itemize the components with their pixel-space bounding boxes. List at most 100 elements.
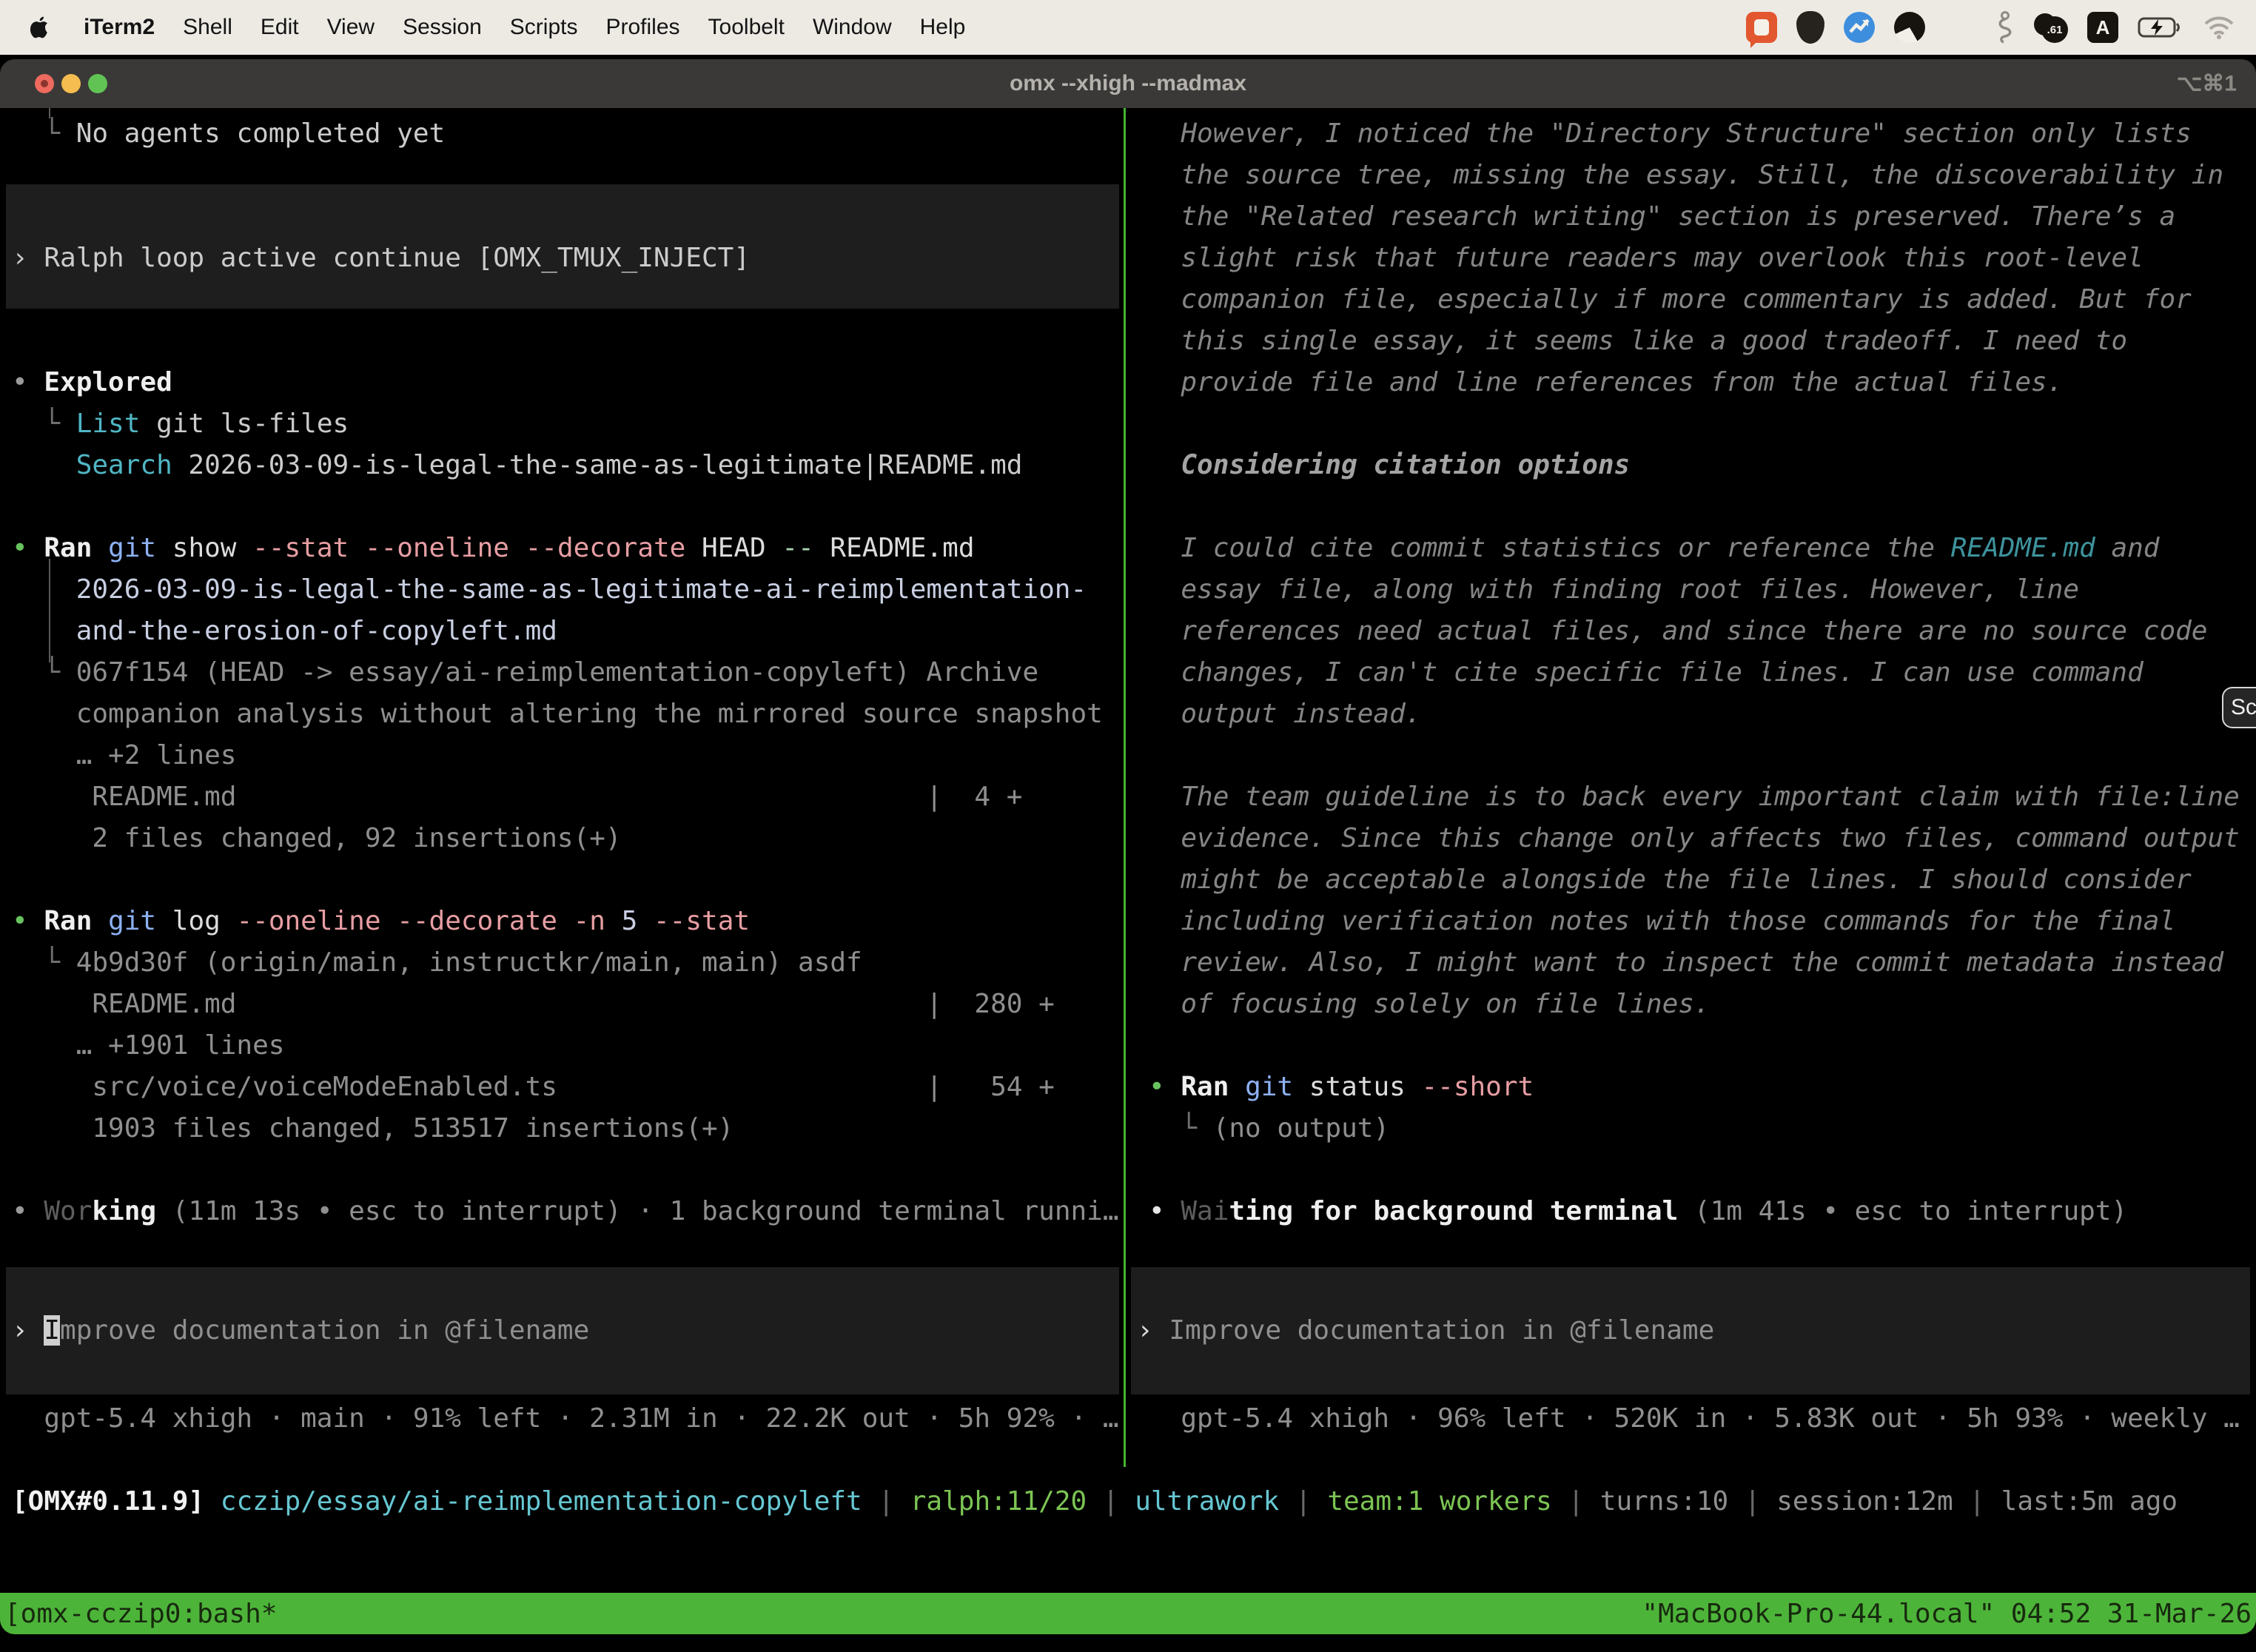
menubar-status-icons: .61 A (1746, 11, 2256, 44)
screen-notification-overlay[interactable]: Scre (2222, 687, 2256, 728)
text-segment: The team guideline is to back every impo… (1149, 782, 2240, 812)
text-segment: might be acceptable alongside the file l… (1149, 864, 2192, 895)
menu-session[interactable]: Session (389, 15, 496, 40)
menubar: iTerm2ShellEditViewSessionScriptsProfile… (0, 0, 2256, 55)
text-segment: output instead. (1149, 699, 1421, 729)
text-segment: I could cite commit statistics or refere… (1149, 533, 1951, 563)
iterm-window: omx --xhigh --madmax ⌥⌘1 └ No agents com… (0, 59, 2256, 1634)
text-segment: including verification notes with those … (1149, 906, 2175, 936)
tmux-host-time-label: "MacBook-Pro-44.local" 04:52 31-Mar-26 (1642, 1599, 2252, 1629)
stats-icon[interactable] (1844, 12, 1875, 43)
screen-time-pie-icon[interactable] (1894, 12, 1925, 43)
dots-grid-icon[interactable] (1944, 13, 1975, 43)
tmux-session-label: [omx-cczip0:bash* (4, 1599, 277, 1629)
terminal-line: companion file, especially if more comme… (1149, 279, 2192, 320)
menu-shell[interactable]: Shell (169, 15, 246, 40)
menubar-left: iTerm2ShellEditViewSessionScriptsProfile… (0, 15, 979, 40)
menu-profiles[interactable]: Profiles (591, 15, 694, 40)
desktop: iTerm2ShellEditViewSessionScriptsProfile… (0, 0, 2256, 1652)
terminal-line: Considering citation options (1149, 445, 1630, 486)
left-prompt-input[interactable]: › Improve documentation in @filename (12, 1310, 589, 1352)
text-segment: references need actual files, and since … (1149, 616, 2207, 646)
terminal-line: • Ran git status --short (1149, 1067, 1534, 1108)
text-segment: Considering citation options (1149, 450, 1630, 480)
text-segment: git (1245, 1072, 1309, 1102)
terminal-line: including verification notes with those … (1149, 901, 2175, 942)
text-segment: slight risk that future readers may over… (1149, 243, 2143, 273)
menu-iterm2[interactable]: iTerm2 (70, 15, 169, 40)
text-segment: Wai (1181, 1196, 1229, 1226)
terminal-line: this single essay, it seems like a good … (1149, 320, 2127, 362)
text-segment: review. Also, I might want to inspect th… (1149, 947, 2223, 978)
menu-view[interactable]: View (313, 15, 389, 40)
menu-edit[interactable]: Edit (246, 15, 313, 40)
text-segment: provide file and line references from th… (1149, 367, 2063, 397)
terminal-line: essay file, along with finding root file… (1149, 569, 2079, 611)
left-prompt-box[interactable]: › Improve documentation in @filename (6, 1267, 1119, 1394)
text-segment: gpt-5.4 xhigh · 96% left · 520K in · 5.8… (1149, 1403, 2240, 1434)
terminal-line: of focusing solely on file lines. (1149, 984, 1711, 1025)
terminal-line: changes, I can't cite specific file line… (1149, 652, 2143, 694)
text-segment: I (44, 1315, 60, 1346)
text-segment: this single essay, it seems like a good … (1149, 326, 2127, 356)
text-segment: ting for background terminal (1229, 1196, 1678, 1226)
right-prompt-box[interactable]: › Improve documentation in @filename (1131, 1267, 2250, 1394)
terminal-line: gpt-5.4 xhigh · 96% left · 520K in · 5.8… (1149, 1398, 2240, 1440)
text-segment: companion file, especially if more comme… (1149, 284, 2192, 315)
figure-icon[interactable] (1994, 11, 2015, 44)
right-prompt-input[interactable]: › Improve documentation in @filename (1137, 1310, 1714, 1352)
text-segment: (1m 41s • esc to interrupt) (1678, 1196, 2127, 1226)
badge-61-icon[interactable]: .61 (2034, 12, 2068, 43)
text-segment: mprove documentation in @filename (60, 1315, 589, 1346)
screen-notification-text: Scre (2231, 695, 2256, 720)
terminal-line: • Waiting for background terminal (1m 41… (1149, 1191, 2127, 1232)
text-segment: status (1309, 1072, 1422, 1102)
text-segment: evidence. Since this change only affects… (1149, 823, 2240, 853)
wifi-icon[interactable] (2203, 15, 2235, 40)
text-segment: --short (1421, 1072, 1534, 1102)
terminal-line: I could cite commit statistics or refere… (1149, 528, 2159, 569)
text-segment: • (1149, 1072, 1181, 1102)
terminal-line: output instead. (1149, 694, 1421, 735)
battery-charging-icon[interactable] (2138, 16, 2183, 39)
apple-menu-icon[interactable] (30, 15, 50, 40)
text-segment: › (1137, 1315, 1169, 1346)
screenshot-app-icon-inner (1754, 19, 1769, 36)
text-segment: and (2095, 533, 2160, 563)
terminal-line: └ (no output) (1149, 1108, 1389, 1149)
menu-help[interactable]: Help (906, 15, 980, 40)
text-segment: However, I noticed the "Directory Struct… (1149, 118, 2192, 149)
text-segment: of focusing solely on file lines. (1149, 989, 1711, 1019)
text-segment: README.md (1951, 533, 2095, 563)
menu-toolbelt[interactable]: Toolbelt (694, 15, 799, 40)
text-segment: the source tree, missing the essay. Stil… (1149, 160, 2223, 190)
menu-window[interactable]: Window (799, 15, 906, 40)
menu-scripts[interactable]: Scripts (496, 15, 592, 40)
terminal-line: review. Also, I might want to inspect th… (1149, 942, 2223, 984)
right-pane: However, I noticed the "Directory Struct… (0, 59, 2256, 1634)
text-segment: • (1149, 1196, 1181, 1226)
terminal-line: The team guideline is to back every impo… (1149, 776, 2240, 818)
badge-61-label: .61 (2041, 16, 2068, 43)
terminal-line: slight risk that future readers may over… (1149, 238, 2143, 279)
terminal-line: the "Related research writing" section i… (1149, 196, 2175, 238)
menubar-items: iTerm2ShellEditViewSessionScriptsProfile… (70, 15, 979, 40)
text-segment: essay file, along with finding root file… (1149, 574, 2079, 605)
text-segment: the "Related research writing" section i… (1149, 201, 2175, 232)
terminal-line: might be acceptable alongside the file l… (1149, 859, 2192, 901)
input-source-a-icon[interactable]: A (2087, 12, 2118, 43)
text-segment: (no output) (1213, 1113, 1389, 1144)
terminal-line: the source tree, missing the essay. Stil… (1149, 155, 2223, 196)
terminal-line: evidence. Since this change only affects… (1149, 818, 2240, 859)
text-segment: Improve documentation in @filename (1169, 1315, 1714, 1346)
text-segment: Ran (1181, 1072, 1245, 1102)
text-segment: └ (1149, 1113, 1213, 1144)
terminal-line: However, I noticed the "Directory Struct… (1149, 113, 2192, 155)
text-segment: › (12, 1315, 44, 1346)
security-shield-icon[interactable] (1796, 11, 1824, 44)
terminal-line: references need actual files, and since … (1149, 611, 2207, 652)
terminal-line: provide file and line references from th… (1149, 362, 2063, 403)
text-segment: changes, I can't cite specific file line… (1149, 657, 2143, 688)
screenshot-app-icon[interactable] (1746, 12, 1777, 43)
tmux-status-bar: [omx-cczip0:bash* "MacBook-Pro-44.local"… (0, 1593, 2256, 1634)
